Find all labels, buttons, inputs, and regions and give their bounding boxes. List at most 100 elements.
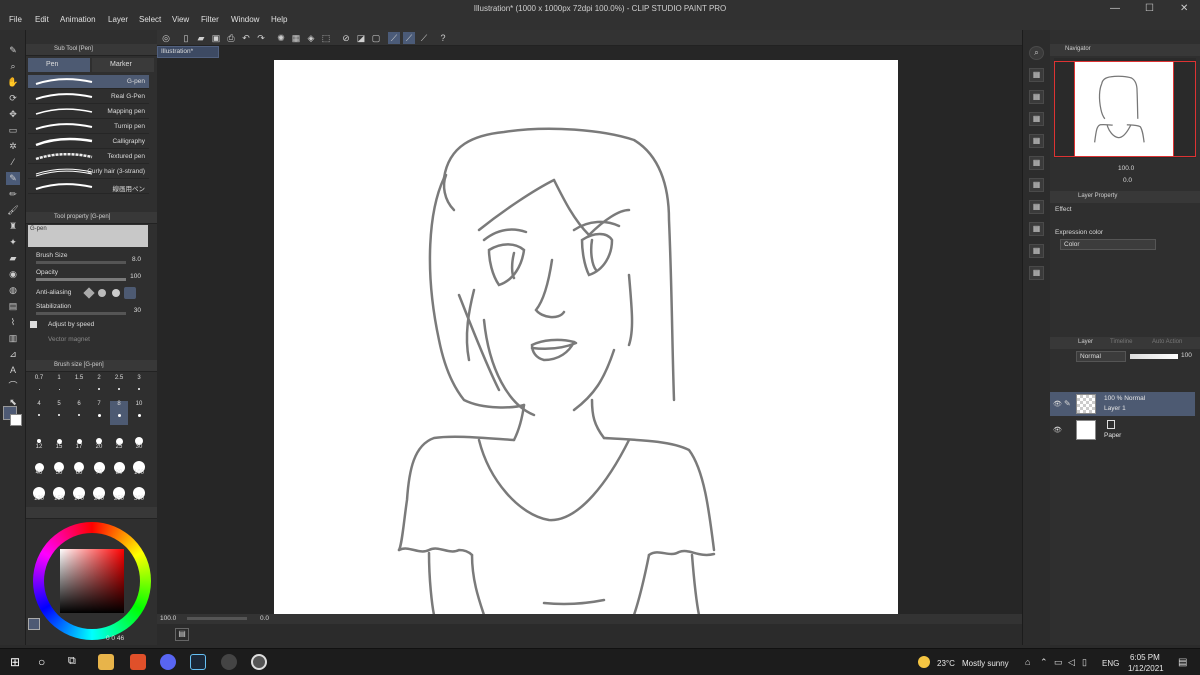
antialias-medium-icon[interactable]	[112, 289, 120, 297]
eyedropper-icon[interactable]: ⁄	[6, 156, 20, 169]
show-selection-icon[interactable]: ▢	[370, 32, 382, 44]
brush-size-option[interactable]: 70	[90, 453, 108, 477]
adjust-speed-checkbox[interactable]	[30, 321, 37, 328]
canvas-zoom-slider[interactable]	[187, 617, 247, 620]
fill-icon[interactable]: ◈	[305, 32, 317, 44]
current-color-swatch[interactable]	[28, 618, 40, 630]
pen-tool-icon[interactable]: ✎	[6, 44, 20, 57]
weather-icon[interactable]	[918, 656, 930, 668]
menu-view[interactable]: View	[172, 15, 189, 24]
save-icon[interactable]: ▣	[210, 32, 222, 44]
brush-size-option[interactable]: 40	[30, 453, 48, 477]
brush-item[interactable]: Textured pen	[28, 150, 149, 164]
search-circle-icon[interactable]: ○	[38, 655, 45, 669]
minimize-button[interactable]: —	[1110, 3, 1120, 14]
search-icon[interactable]: ⌕	[1029, 46, 1044, 60]
material-5-icon[interactable]: ▦	[1029, 156, 1044, 170]
material-3-icon[interactable]: ▦	[1029, 112, 1044, 126]
brush-size-option[interactable]: 150	[50, 479, 68, 503]
clock-time[interactable]: 6:05 PM	[1130, 653, 1160, 662]
zoom-tool-icon[interactable]: ⌕	[6, 60, 20, 73]
brush-item[interactable]: Calligraphy	[28, 135, 149, 149]
stabilization-value[interactable]: 30	[134, 307, 141, 314]
timeline-toggle-icon[interactable]: ▤	[175, 628, 189, 641]
decoration-icon[interactable]: ✦	[6, 236, 20, 249]
tab-timeline[interactable]: Timeline	[1110, 339, 1132, 345]
saturation-brightness-square[interactable]	[60, 549, 124, 613]
language-indicator[interactable]: ENG	[1102, 659, 1119, 668]
material-icon[interactable]: ▦	[1029, 68, 1044, 82]
snap-special-ruler-icon[interactable]: ⟋	[403, 32, 415, 44]
antialias-weak-icon[interactable]	[98, 289, 106, 297]
clock-date[interactable]: 1/12/2021	[1128, 664, 1164, 673]
brush-size-option[interactable]: 1.5	[70, 375, 88, 399]
clip-studio-launcher-icon[interactable]	[221, 654, 237, 670]
menu-edit[interactable]: Edit	[35, 15, 49, 24]
brush-size-option[interactable]: 0.7	[30, 375, 48, 399]
brush-item[interactable]: Turnip pen	[28, 120, 149, 134]
eraser-icon[interactable]: ▰	[6, 252, 20, 265]
airbrush-icon[interactable]: ♜	[6, 220, 20, 233]
action-center-icon[interactable]: ▤	[1178, 657, 1187, 668]
brush-size-option[interactable]: 250	[110, 479, 128, 503]
clip-studio-paint-icon[interactable]	[251, 654, 267, 670]
pencil-icon[interactable]: ✏	[6, 188, 20, 201]
brush-item[interactable]: Real G-Pen	[28, 90, 149, 104]
people-icon[interactable]: ⌂	[1025, 657, 1030, 667]
snap-grid-icon[interactable]: ⟋	[418, 32, 430, 44]
tab-pen[interactable]: Pen	[28, 58, 90, 72]
brush-item[interactable]: Mapping pen	[28, 105, 149, 119]
notification-chevron-icon[interactable]: ⌃	[1040, 657, 1048, 668]
material-9-icon[interactable]: ▦	[1029, 244, 1044, 258]
brush-size-option[interactable]: 2	[90, 375, 108, 399]
brush-size-option[interactable]: 8	[110, 401, 128, 425]
menu-select[interactable]: Select	[139, 15, 161, 24]
brush-size-option[interactable]: 120	[30, 479, 48, 503]
frame-icon[interactable]: ▥	[6, 332, 20, 345]
layer-opacity-slider[interactable]	[1130, 354, 1178, 359]
navigator-zoom-value[interactable]: 100.0	[1118, 165, 1134, 172]
menu-file[interactable]: File	[9, 15, 22, 24]
pen-icon[interactable]: ✎	[6, 172, 20, 185]
pen-lock-icon[interactable]: ✎	[1064, 399, 1071, 408]
material-7-icon[interactable]: ▦	[1029, 200, 1044, 214]
sub-color-swatch[interactable]	[10, 414, 22, 426]
clip-studio-icon[interactable]: ◎	[160, 32, 172, 44]
brush-size-slider[interactable]	[36, 261, 126, 264]
navigator-view-frame[interactable]	[1054, 61, 1196, 157]
brush-size-option[interactable]: 10	[130, 401, 148, 425]
network-icon[interactable]: ▭	[1054, 657, 1063, 668]
discord-icon[interactable]	[160, 654, 176, 670]
material-8-icon[interactable]: ▦	[1029, 222, 1044, 236]
color-wheel[interactable]	[33, 522, 151, 640]
weather-temp[interactable]: 23°C	[937, 659, 955, 668]
brave-browser-icon[interactable]	[130, 654, 146, 670]
tab-marker[interactable]: Marker	[92, 58, 154, 72]
antialias-strong-icon[interactable]	[124, 287, 136, 299]
brush-size-option[interactable]: 170	[70, 479, 88, 503]
brush-item[interactable]: 線画用ペン	[28, 180, 149, 194]
material-10-icon[interactable]: ▦	[1029, 266, 1044, 280]
brush-size-option[interactable]: 3	[130, 375, 148, 399]
brush-size-option[interactable]: 30	[130, 427, 148, 451]
text-tool-icon[interactable]: A	[6, 364, 20, 377]
navigator-angle-value[interactable]: 0.0	[1123, 177, 1132, 184]
eye-icon[interactable]: 👁	[1053, 400, 1062, 408]
brush-size-option[interactable]: 50	[50, 453, 68, 477]
move-tool-icon[interactable]: ✥	[6, 108, 20, 121]
brush-item[interactable]: G-pen	[28, 75, 149, 89]
menu-animation[interactable]: Animation	[60, 15, 96, 24]
material-4-icon[interactable]: ▦	[1029, 134, 1044, 148]
blend-icon[interactable]: ◉	[6, 268, 20, 281]
brush-size-option[interactable]: 1	[50, 375, 68, 399]
snap-ruler-icon[interactable]: ⟋	[388, 32, 400, 44]
ruler-icon[interactable]: ⊿	[6, 348, 20, 361]
rotate-tool-icon[interactable]: ⟳	[6, 92, 20, 105]
brush-item[interactable]: Curly hair (3-strand)	[28, 165, 149, 179]
weather-text[interactable]: Mostly sunny	[962, 659, 1009, 668]
deselect-icon[interactable]: ⊘	[340, 32, 352, 44]
layer-opacity-value[interactable]: 100	[1181, 352, 1192, 359]
canvas-angle-value[interactable]: 0.0	[260, 615, 269, 622]
eye-icon[interactable]: 👁	[1053, 426, 1062, 434]
drawing-canvas[interactable]	[274, 60, 898, 615]
